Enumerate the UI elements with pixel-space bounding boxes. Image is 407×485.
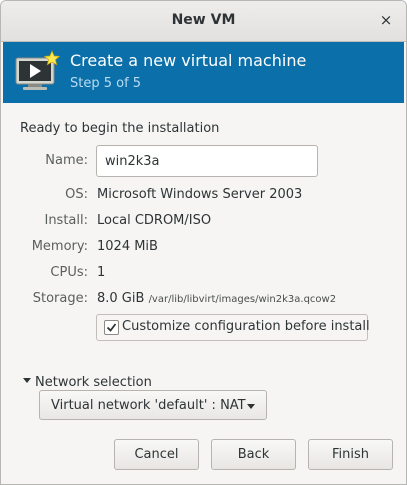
storage-label: Storage: [32, 291, 88, 306]
cancel-button[interactable]: Cancel [114, 439, 199, 470]
chevron-down-icon [247, 404, 255, 409]
checkmark-icon [106, 323, 117, 332]
os-label: OS: [65, 187, 88, 202]
wizard-step: Step 5 of 5 [70, 76, 142, 91]
new-vm-dialog: New VM × Create a new virtual machine St… [0, 0, 407, 485]
name-field[interactable] [96, 145, 318, 177]
customize-label: Customize configuration before install [122, 319, 370, 334]
memory-label: Memory: [31, 239, 88, 254]
window-title: New VM [171, 12, 236, 28]
virtual-machine-monitor-icon [15, 50, 60, 90]
finish-button[interactable]: Finish [308, 439, 393, 470]
storage-value: 8.0 GiB /var/lib/libvirt/images/win2k3a.… [97, 291, 336, 306]
expander-arrow-down-icon [23, 378, 31, 383]
storage-path: /var/lib/libvirt/images/win2k3a.qcow2 [148, 294, 337, 305]
network-selection-expander[interactable]: Network selection [23, 371, 152, 390]
wizard-header: Create a new virtual machine Step 5 of 5 [3, 42, 404, 103]
customize-checkbox-row[interactable]: Customize configuration before install [96, 314, 370, 341]
install-value: Local CDROM/ISO [97, 213, 212, 228]
customize-checkbox[interactable] [104, 320, 119, 335]
close-icon[interactable]: × [378, 11, 394, 29]
network-select-value: Virtual network 'default' : NAT [51, 398, 246, 413]
summary-heading: Ready to begin the installation [20, 121, 220, 136]
memory-value: 1024 MiB [97, 239, 158, 254]
storage-size: 8.0 GiB [97, 291, 145, 306]
back-button[interactable]: Back [211, 439, 296, 470]
cpus-label: CPUs: [50, 265, 88, 280]
os-value: Microsoft Windows Server 2003 [97, 187, 303, 202]
title-bar: New VM × [1, 1, 406, 42]
name-label: Name: [45, 153, 88, 168]
install-label: Install: [44, 213, 88, 228]
network-select[interactable]: Virtual network 'default' : NAT [39, 390, 267, 420]
cpus-value: 1 [97, 265, 106, 280]
wizard-heading: Create a new virtual machine [70, 51, 307, 70]
network-selection-label: Network selection [35, 375, 152, 390]
